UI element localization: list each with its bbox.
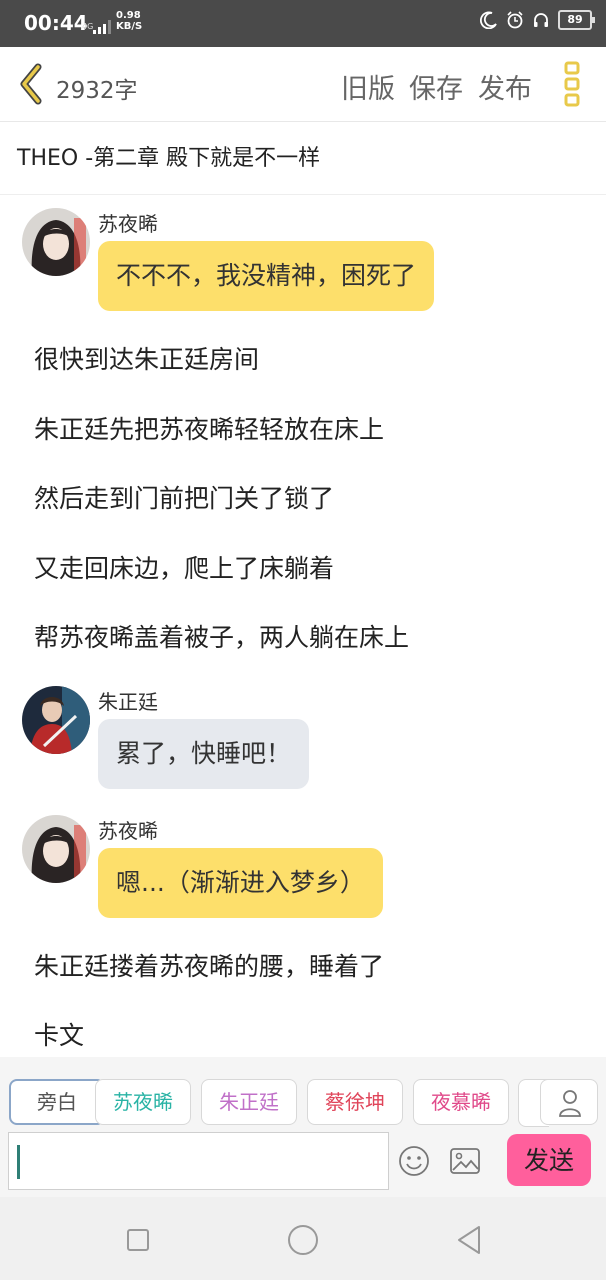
moon-icon: [480, 11, 497, 29]
narration-line[interactable]: 然后走到门前把门关了锁了: [34, 479, 334, 515]
role-tab-zhu-zhengting[interactable]: 朱正廷: [201, 1079, 297, 1125]
avatar-image: [22, 208, 90, 276]
speaker-name: 朱正廷: [98, 690, 158, 714]
headphones-icon: [534, 13, 548, 27]
save-button[interactable]: 保存: [409, 67, 463, 106]
add-role-button[interactable]: [540, 1079, 598, 1125]
network-type: 4G: [82, 22, 94, 31]
more-menu-icon[interactable]: [562, 59, 582, 109]
role-tab-su-yexi[interactable]: 苏夜晞: [95, 1079, 191, 1125]
narration-line[interactable]: 很快到达朱正廷房间: [34, 340, 259, 376]
message-input[interactable]: [8, 1132, 389, 1190]
avatar[interactable]: [22, 208, 90, 276]
narration-line[interactable]: 卡文: [34, 1016, 84, 1052]
send-button[interactable]: 发送: [507, 1134, 591, 1186]
narration-line[interactable]: 又走回床边，爬上了床躺着: [34, 549, 334, 585]
speech-bubble[interactable]: 累了，快睡吧！: [98, 719, 310, 789]
avatar-image: [22, 815, 90, 883]
speed-value: 0.98: [116, 10, 141, 21]
speaker-name: 苏夜晞: [98, 212, 158, 236]
publish-button[interactable]: 发布: [478, 67, 532, 106]
avatar-image: [22, 686, 90, 754]
recent-apps-icon[interactable]: [126, 1228, 150, 1252]
narration-line[interactable]: 帮苏夜晞盖着被子，两人躺在床上: [34, 618, 409, 654]
narration-line[interactable]: 朱正廷搂着苏夜晞的腰，睡着了: [34, 947, 384, 983]
chapter-title[interactable]: THEO -第二章 殿下就是不一样: [0, 122, 606, 195]
role-tab-cai-xukun[interactable]: 蔡徐坤: [307, 1079, 403, 1125]
emoji-icon[interactable]: [398, 1145, 430, 1177]
system-navigation-bar: [0, 1197, 606, 1280]
home-icon[interactable]: [287, 1224, 319, 1256]
status-time: 00:44: [24, 11, 88, 35]
composer-panel: 旁白 苏夜晞 朱正廷 蔡徐坤 夜慕晞 发送: [0, 1057, 606, 1197]
status-bar: 00:44 4G 0.98 KB/S 89: [0, 0, 606, 47]
story-content: 苏夜晞 不不不，我没精神，困死了 很快到达朱正廷房间 朱正廷先把苏夜晞轻轻放在床…: [0, 196, 606, 1056]
battery-indicator: 89: [558, 10, 595, 30]
alarm-icon: [507, 11, 523, 29]
avatar[interactable]: [22, 815, 90, 883]
word-count: 2932字: [56, 78, 138, 104]
speech-bubble[interactable]: 不不不，我没精神，困死了: [98, 241, 435, 311]
user-icon: [559, 1090, 581, 1117]
back-nav-icon[interactable]: [455, 1225, 483, 1255]
speech-bubble[interactable]: 嗯...（渐渐进入梦乡）: [98, 848, 383, 918]
editor-header: 2932字 旧版 保存 发布: [0, 47, 606, 122]
old-version-button[interactable]: 旧版: [341, 67, 395, 106]
role-tab-narrator[interactable]: 旁白: [9, 1079, 105, 1125]
speaker-name: 苏夜晞: [98, 819, 158, 843]
image-icon[interactable]: [449, 1147, 481, 1175]
network-speed: 0.98 KB/S: [116, 10, 142, 32]
signal-icon: [93, 20, 111, 34]
role-tab-ye-muxi[interactable]: 夜慕晞: [413, 1079, 509, 1125]
avatar[interactable]: [22, 686, 90, 754]
text-caret: [17, 1145, 20, 1179]
back-arrow-icon[interactable]: [16, 63, 46, 105]
speed-unit: KB/S: [116, 21, 143, 32]
narration-line[interactable]: 朱正廷先把苏夜晞轻轻放在床上: [34, 410, 384, 446]
